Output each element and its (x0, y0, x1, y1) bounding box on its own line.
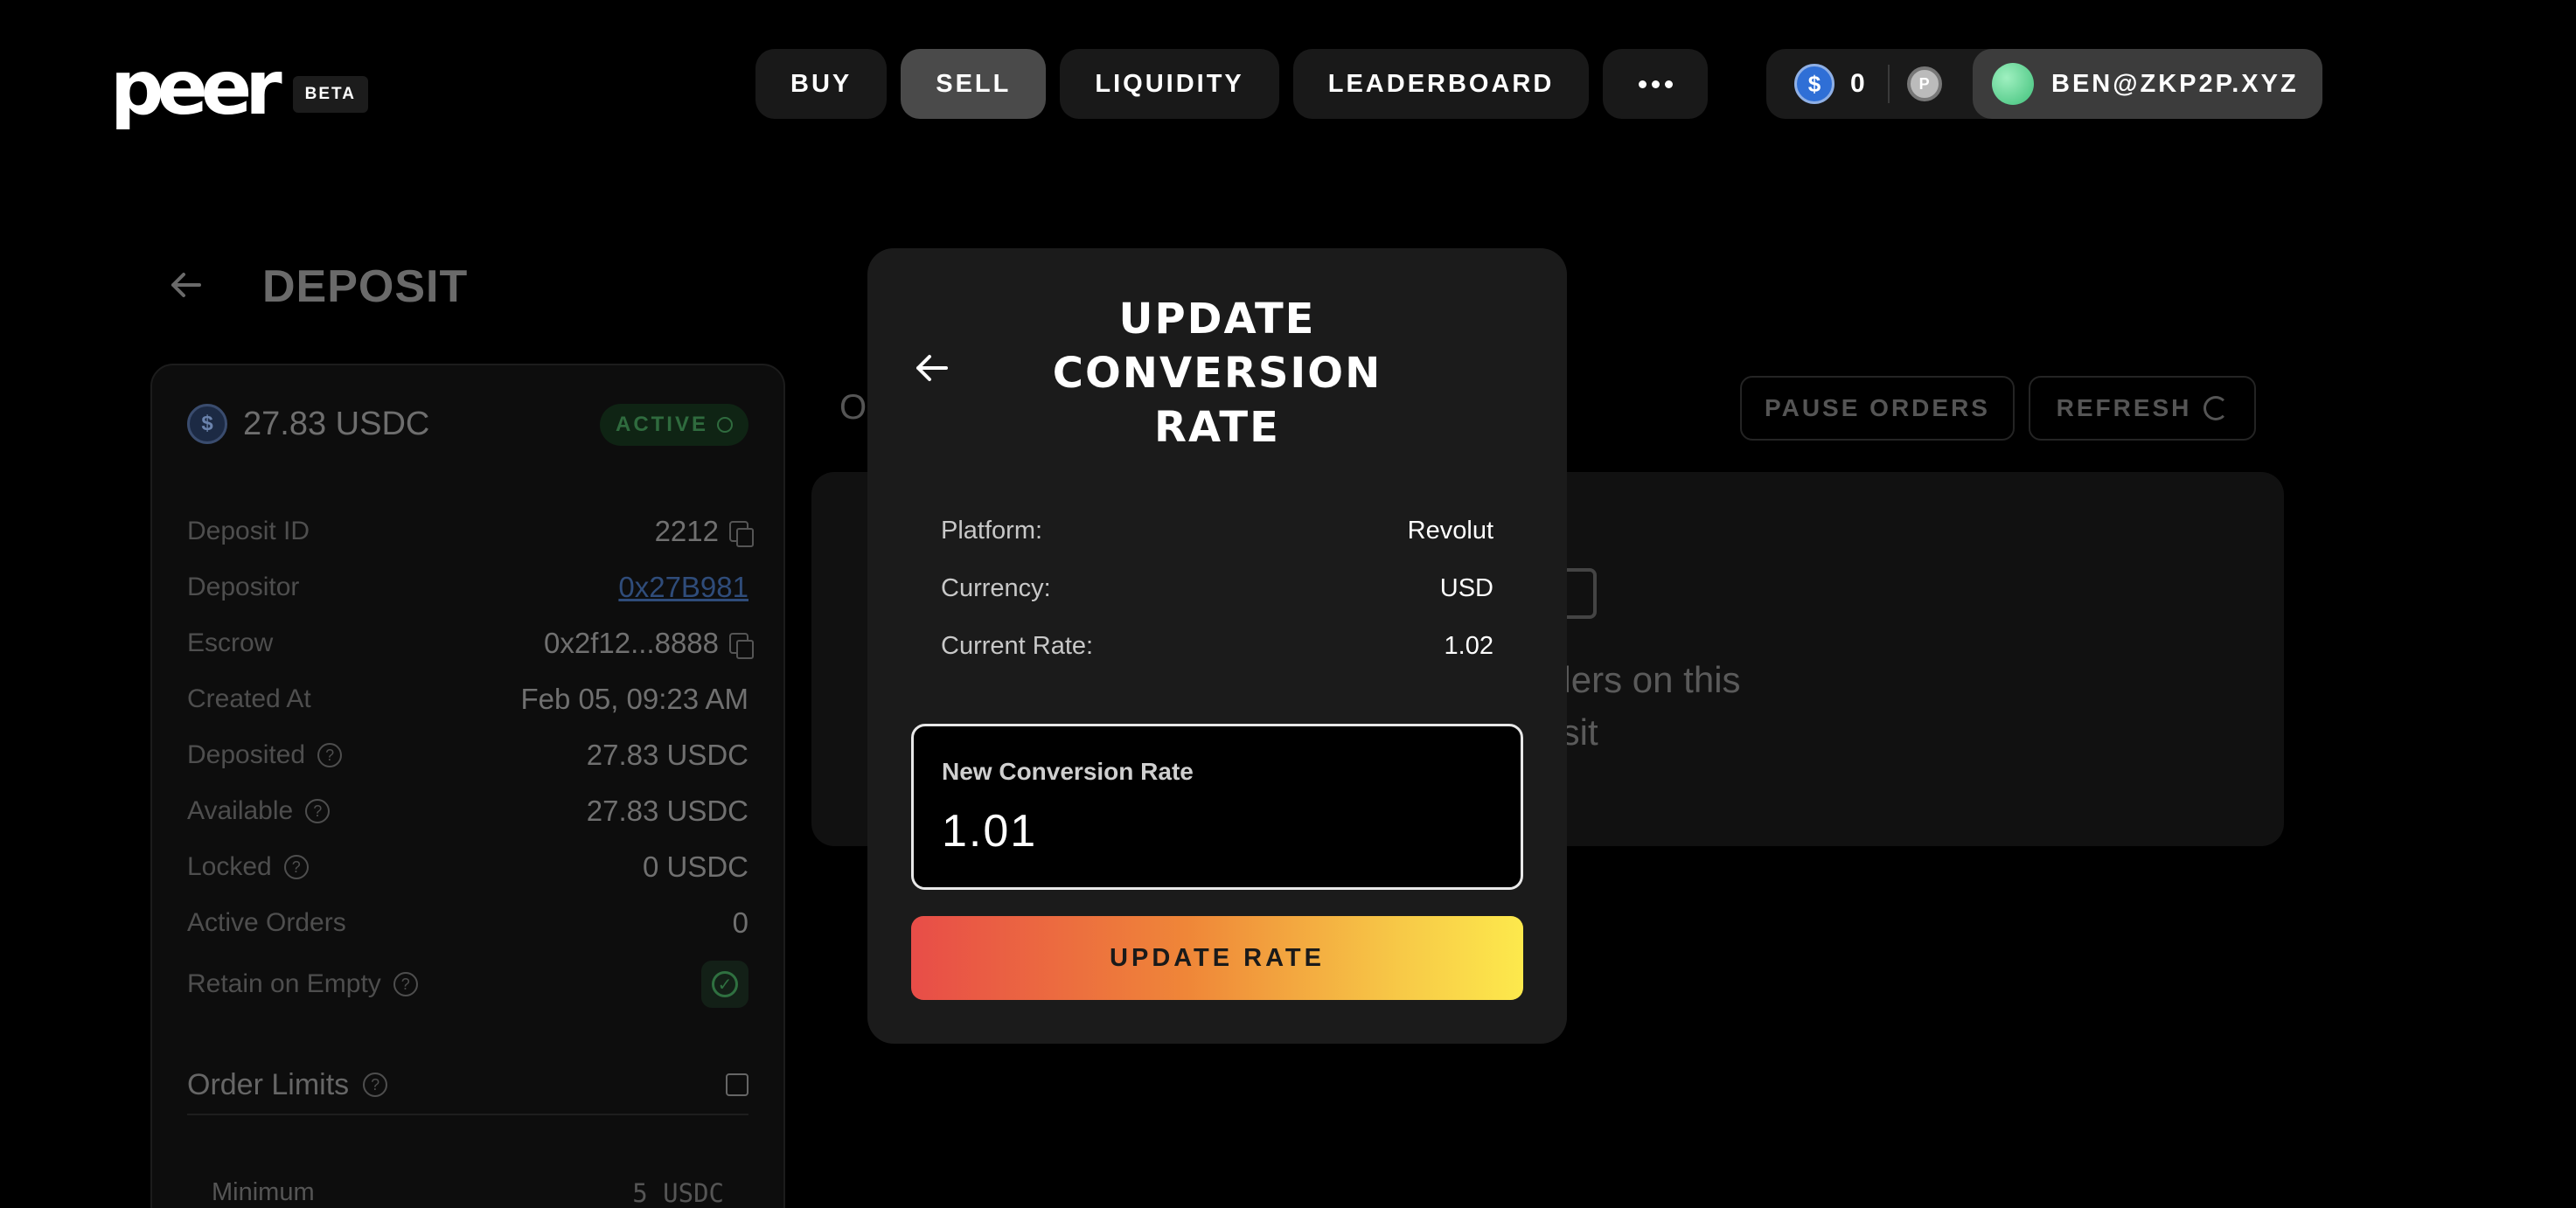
status-label: ACTIVE (615, 413, 708, 436)
row-label-with-help: Deposited ? (187, 740, 343, 770)
main-nav: BUY SELL LIQUIDITY LEADERBOARD (755, 49, 1709, 119)
refresh-button[interactable]: REFRESH (2029, 376, 2256, 441)
beta-badge: BETA (292, 76, 368, 113)
row-label-with-help: Retain on Empty ? (187, 969, 418, 999)
order-limits-header: Order Limits ? (187, 1056, 748, 1115)
row-label: Created At (187, 684, 311, 713)
copy-icon[interactable] (729, 521, 754, 547)
info-value: Revolut (1407, 516, 1493, 545)
deposit-details-card: $ 27.83 USDC ACTIVE Deposit ID 2212 Depo… (150, 364, 785, 1208)
pause-orders-button[interactable]: PAUSE ORDERS (1740, 376, 2015, 441)
row-label-with-help: Available ? (187, 796, 331, 826)
back-arrow-icon[interactable] (168, 267, 203, 302)
order-limits-title: Order Limits ? (187, 1067, 388, 1102)
row-value: Feb 05, 09:23 AM (520, 683, 748, 715)
status-badge: ACTIVE (599, 404, 748, 446)
list-item: Deposited ? 27.83 USDC (187, 727, 748, 783)
new-rate-input[interactable] (942, 805, 1493, 857)
deposit-info-list: Deposit ID 2212 Depositor 0x27B981 Escro… (187, 503, 754, 1017)
avatar (1992, 63, 2034, 105)
row-label: Minimum (212, 1178, 315, 1206)
deposit-id-value: 2212 (654, 515, 754, 548)
depositor-link[interactable]: 0x27B981 (618, 571, 748, 604)
help-icon[interactable]: ? (393, 972, 418, 996)
refresh-label: REFRESH (2056, 394, 2192, 421)
row-label: Available (187, 796, 294, 825)
list-item: Deposit ID 2212 (187, 503, 754, 559)
divider (1887, 65, 1890, 103)
peer-logo[interactable]: peer BETA (110, 51, 368, 126)
section-title: Order Limits (187, 1067, 350, 1101)
copy-icon[interactable] (729, 633, 754, 659)
info-icon (717, 417, 733, 433)
list-item: Current Rate: 1.02 (941, 617, 1493, 675)
list-item: Active Orders 0 (187, 895, 748, 951)
row-value: 27.83 USDC (586, 739, 748, 771)
list-item: Locked ? 0 USDC (187, 839, 748, 895)
row-value: 27.83 USDC (586, 795, 748, 827)
list-item: Depositor 0x27B981 (187, 559, 748, 615)
row-label: Locked (187, 852, 272, 881)
list-item: Retain on Empty ? ✓ (187, 951, 748, 1017)
list-item: Platform: Revolut (941, 502, 1493, 559)
list-item: Created At Feb 05, 09:23 AM (187, 671, 748, 727)
list-item: Escrow 0x2f12...8888 (187, 615, 754, 671)
usdc-balance: 0 (1850, 69, 1865, 98)
more-horizontal-icon (1638, 80, 1673, 88)
account-bar: $ 0 P BEN@ZKP2P.XYZ (1766, 49, 2322, 119)
username: BEN@ZKP2P.XYZ (2051, 69, 2299, 98)
deposit-amount-header: $ 27.83 USDC (187, 404, 429, 444)
help-icon[interactable]: ? (305, 799, 331, 823)
update-rate-button[interactable]: UPDATE RATE (911, 916, 1523, 1000)
retain-on-empty-toggle[interactable]: ✓ (701, 961, 748, 1008)
info-label: Platform: (941, 516, 1043, 545)
edit-icon[interactable] (726, 1073, 748, 1096)
escrow-value: 0x2f12...8888 (544, 627, 754, 660)
row-label: Depositor (187, 573, 300, 601)
info-label: Currency: (941, 573, 1051, 602)
info-value: USD (1439, 573, 1493, 602)
nav-liquidity[interactable]: LIQUIDITY (1060, 49, 1279, 119)
row-label: Deposit ID (187, 517, 310, 545)
row-label: Active Orders (187, 908, 346, 937)
back-arrow-icon[interactable] (913, 350, 950, 386)
nav-more-button[interactable] (1603, 49, 1709, 119)
page-title: DEPOSIT (262, 261, 469, 312)
usdc-icon: $ (1794, 64, 1835, 104)
rate-info-list: Platform: Revolut Currency: USD Current … (941, 502, 1493, 675)
row-label-with-help: Locked ? (187, 852, 309, 882)
user-account-button[interactable]: BEN@ZKP2P.XYZ (1973, 49, 2322, 119)
help-icon[interactable]: ? (317, 743, 343, 767)
refresh-icon (2204, 396, 2229, 420)
new-rate-label: New Conversion Rate (942, 758, 1194, 785)
row-value: 0 (732, 906, 748, 939)
nav-sell[interactable]: SELL (901, 49, 1047, 119)
nav-buy[interactable]: BUY (755, 49, 888, 119)
list-item: Currency: USD (941, 559, 1493, 617)
row-label: Deposited (187, 740, 306, 769)
points-icon[interactable]: P (1906, 66, 1942, 101)
usdc-icon: $ (187, 404, 227, 444)
row-value: 2212 (654, 515, 719, 547)
new-rate-field[interactable]: New Conversion Rate (911, 724, 1523, 890)
check-icon: ✓ (712, 971, 738, 997)
row-value: 0 USDC (642, 850, 748, 883)
row-label: Retain on Empty (187, 969, 381, 998)
list-item: Available ? 27.83 USDC (187, 783, 748, 839)
minimum-limit-row: Minimum 5 USDC (212, 1178, 724, 1208)
logo-wordmark: peer (110, 45, 282, 132)
update-rate-modal: UPDATE CONVERSION RATE Platform: Revolut… (867, 248, 1567, 1044)
nav-leaderboard[interactable]: LEADERBOARD (1292, 49, 1590, 119)
orders-section-title: O (839, 388, 867, 427)
deposit-amount: 27.83 USDC (243, 405, 430, 442)
info-value: 1.02 (1444, 631, 1493, 660)
modal-title: UPDATE CONVERSION RATE (1052, 295, 1382, 452)
row-label: Escrow (187, 628, 274, 657)
info-label: Current Rate: (941, 631, 1094, 660)
help-icon[interactable]: ? (363, 1073, 388, 1097)
row-value: 5 USDC (632, 1178, 724, 1208)
row-value: 0x2f12...8888 (544, 627, 719, 659)
help-icon[interactable]: ? (283, 855, 309, 879)
